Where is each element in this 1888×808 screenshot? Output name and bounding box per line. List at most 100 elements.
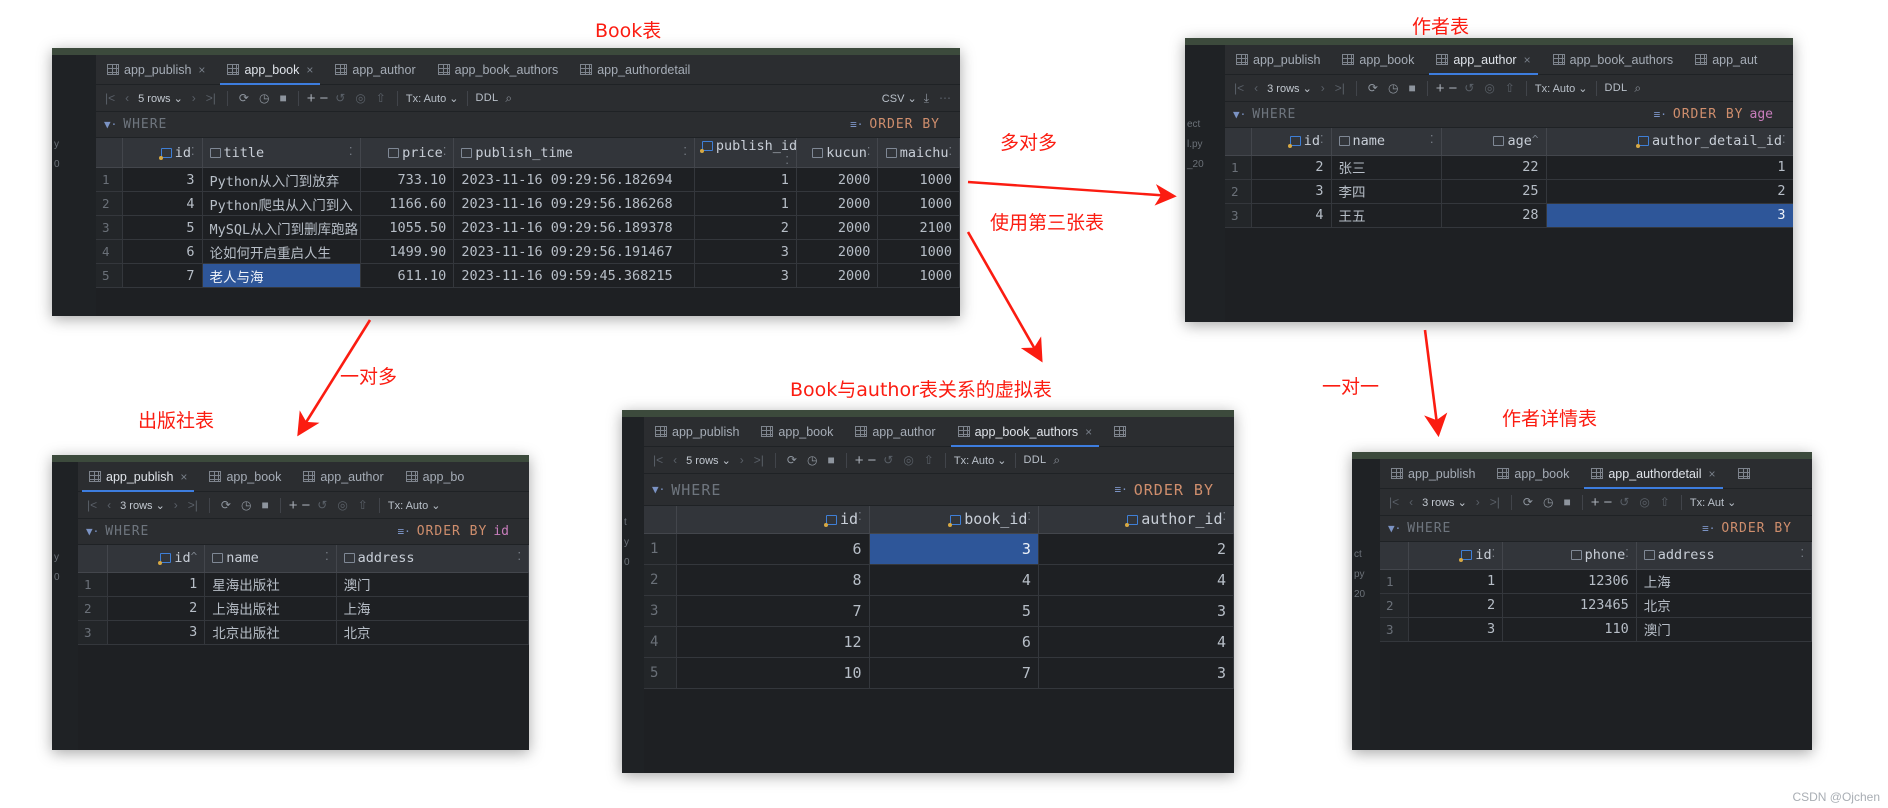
filter-bar-author[interactable]: ▼· WHERE ≡· ORDER BY age [1225,102,1793,128]
column-header-address[interactable]: address ⁚ [1636,542,1812,570]
cell-id[interactable]: 3 [1408,617,1504,642]
column-header-address[interactable]: address ⁚ [336,545,529,573]
cell-id[interactable]: 8 [676,564,870,596]
sort-indicator[interactable]: ⁚ [1492,547,1496,560]
cell-phone[interactable]: 123465 [1502,593,1637,618]
column-header-id[interactable]: id ⁚ [676,506,870,534]
table-row[interactable]: 2 3 李四 25 2 [1225,179,1793,204]
tab-app_aut[interactable]: app_aut [1684,45,1768,74]
cell-title[interactable]: 论如何开启重启人生 [202,239,361,264]
cell-title[interactable]: Python从入门到放弃 [202,167,361,192]
tabstrip-authordetail[interactable]: app_publish app_book app_authordetail × [1380,459,1812,489]
sort-indicator[interactable]: ⁚ [518,550,522,563]
cell-price[interactable]: 1166.60 [360,191,455,216]
revert-icon[interactable]: ↺ [332,91,348,105]
sort-indicator[interactable]: ⁚ [1430,133,1434,146]
filter-icon[interactable]: ▼· [86,525,99,538]
column-header-name[interactable]: name ⁚ [204,545,337,573]
tabstrip-book-authors[interactable]: app_publish app_book app_author app_book_au… [644,417,1234,447]
filter-bar-publish[interactable]: ▼· WHERE ≡· ORDER BY id [78,519,529,545]
filter-bar-authordetail[interactable]: ▼· WHERE ≡· ORDER BY [1380,516,1812,542]
prev-page-icon[interactable]: ‹ [1406,495,1416,509]
cell-author_id[interactable]: 3 [1038,595,1234,627]
column-header-id[interactable]: id ⁚ [1251,128,1332,156]
export-format-dropdown[interactable]: CSV ⌄ [882,92,917,105]
submit-icon[interactable]: ◎ [352,91,368,105]
ddl-button[interactable]: DDL [1024,454,1047,466]
add-row-icon[interactable]: + [307,90,316,107]
history-icon[interactable]: ◷ [804,453,820,467]
column-header-author_detail_id[interactable]: author_detail_id ⁚ [1546,128,1793,156]
where-label[interactable]: WHERE [671,481,721,499]
table-row[interactable]: 1 1 12306 上海 [1380,569,1812,594]
cell-author_id[interactable]: 2 [1038,533,1234,565]
tab-more[interactable] [1727,459,1761,488]
table-row[interactable]: 5 10 7 3 [644,657,1234,689]
table-row[interactable]: 4 6 论如何开启重启人生 1499.90 2023-11-16 09:29:56.19… [96,239,960,264]
cell-title[interactable]: 老人与海 [202,263,361,288]
row-count-dropdown[interactable]: 5 rows ⌄ [684,454,733,467]
upload-icon[interactable]: ⇧ [1657,495,1673,509]
last-page-icon[interactable]: >| [203,91,219,105]
submit-icon[interactable]: ◎ [334,498,350,512]
last-page-icon[interactable]: >| [185,498,201,512]
submit-icon[interactable]: ◎ [1636,495,1652,509]
table-row[interactable]: 3753 [644,595,1234,627]
tab-app_author[interactable]: app_author [844,417,946,446]
toolbar-author[interactable]: |< ‹ 3 rows ⌄ › >| ⟳ ◷ ■ + − ↺ ◎ ⇧ Tx: Auto ⌄ DDL ⌕ [1225,75,1793,102]
order-by-group[interactable]: ≡· ORDER BY age [1654,107,1793,122]
column-header-publish_id[interactable]: publish_id ⁚ [694,138,797,168]
sort-indicator[interactable]: ⁚ [443,145,447,158]
refresh-icon[interactable]: ⟳ [218,498,234,512]
table-row[interactable]: 2 4 Python爬虫从入门到入 1166.60 2023-11-16 09:29:5… [96,191,960,216]
add-row-icon[interactable]: + [1591,494,1600,511]
order-by-group[interactable]: ≡· ORDER BY [1702,521,1812,536]
close-icon[interactable]: × [180,470,187,484]
tab-app_author[interactable]: app_author [324,55,426,84]
history-icon[interactable]: ◷ [1540,495,1556,509]
sort-indicator[interactable]: ⁚ [1625,547,1629,560]
cell-maichu[interactable]: 1000 [877,167,960,192]
tab-app_author[interactable]: app_author [292,462,394,491]
tab-app_book[interactable]: app_book [1331,45,1425,74]
cell-id[interactable]: 2 [1408,593,1504,618]
filter-bar-book[interactable]: ▼· WHERE ≡· ORDER BY [96,112,960,138]
ddl-button[interactable]: DDL [476,92,499,104]
tabstrip-author[interactable]: app_publish app_book app_author × app_book_a… [1225,45,1793,75]
delete-row-icon[interactable]: − [319,90,328,107]
cell-title[interactable]: Python爬虫从入门到入 [202,191,361,216]
table-row[interactable]: 1 1 星海出版社 澳门 [78,572,529,597]
prev-page-icon[interactable]: ‹ [670,453,680,467]
sort-indicator[interactable]: ⁚ [1223,510,1227,523]
close-icon[interactable]: × [1085,425,1092,439]
column-header-id[interactable]: id ⁚ [122,138,203,168]
column-header-age[interactable]: age ^ [1441,128,1547,156]
cell-book_id[interactable]: 3 [869,533,1039,565]
filter-bar-book-authors[interactable]: ▼· WHERE ≡· ORDER BY [644,474,1234,506]
sort-indicator[interactable]: ^ [191,550,198,563]
cell-id[interactable]: 7 [122,263,203,288]
transaction-mode-dropdown[interactable]: Tx: Auto ⌄ [954,454,1007,467]
cell-author_id[interactable]: 3 [1038,657,1234,689]
cell-id[interactable]: 12 [676,626,870,658]
tab-app_publish[interactable]: app_publish [644,417,750,446]
table-row[interactable]: 2844 [644,564,1234,596]
result-grid-book-authors[interactable]: id ⁚ book_id ⁚ author_id ⁚ 1 6 3 2 2 8 4 4 3 7 5 3 4 12 6 4 5 1… [644,506,1234,773]
column-header-maichu[interactable]: maichu ⁚ [877,138,960,168]
tab-app_book_authors[interactable]: app_book_authors [1542,45,1685,74]
column-header-id[interactable]: id ^ [107,545,206,573]
cell-id[interactable]: 3 [122,167,203,192]
result-grid-authordetail[interactable]: id ⁚ phone ⁚ address ⁚ 1 1 12306 上海 2 2 123465 北京 3 3 11… [1380,542,1812,750]
cell-publish_time[interactable]: 2023-11-16 09:29:56.186268 [453,191,695,216]
next-page-icon[interactable]: › [1473,495,1483,509]
sort-icon[interactable]: ≡· [1702,522,1715,535]
refresh-icon[interactable]: ⟳ [236,91,252,105]
cell-publish_id[interactable]: 3 [694,239,797,264]
cell-name[interactable]: 张三 [1331,155,1442,180]
sort-icon[interactable]: ≡· [850,118,863,131]
search-icon[interactable]: ⌕ [1631,81,1644,96]
sort-indicator[interactable]: ⁚ [683,145,687,158]
search-icon[interactable]: ⌕ [502,91,515,106]
cell-price[interactable]: 1055.50 [360,215,455,240]
row-count-dropdown[interactable]: 3 rows ⌄ [118,499,167,512]
